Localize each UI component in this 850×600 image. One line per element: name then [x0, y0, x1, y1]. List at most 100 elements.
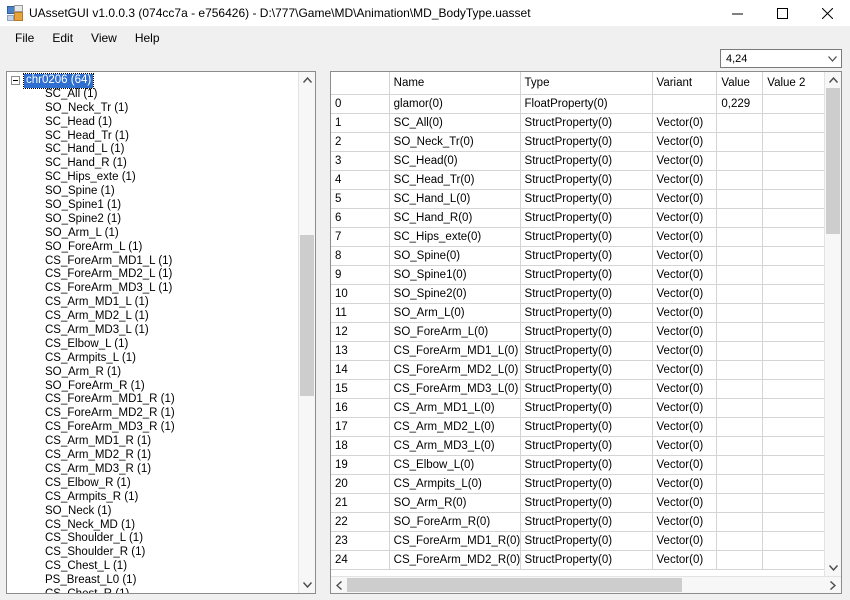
cell-value2[interactable] — [762, 493, 824, 513]
cell-name[interactable]: SC_Head(0) — [389, 151, 521, 171]
cell-type[interactable]: StructProperty(0) — [520, 246, 653, 266]
cell-name[interactable]: SO_ForeArm_R(0) — [389, 512, 521, 532]
cell-index[interactable]: 1 — [331, 113, 390, 133]
tree-item[interactable]: CS_ForeArm_MD1_R (1) — [7, 393, 298, 407]
tree-item[interactable]: PS_Breast_L0 (1) — [7, 574, 298, 588]
cell-value[interactable] — [716, 322, 764, 342]
tree-scroll-down-icon[interactable] — [299, 577, 315, 593]
cell-type[interactable]: StructProperty(0) — [520, 512, 653, 532]
table-row[interactable]: 5 SC_Hand_L(0) StructProperty(0) Vector(0) — [331, 189, 824, 209]
tree-item[interactable]: SC_Hips_exte (1) — [7, 171, 298, 185]
cell-value2[interactable] — [762, 436, 824, 456]
asset-tree[interactable]: chr0206 (64) SC_All (1) SO_Neck_Tr (1) SC_H… — [7, 72, 298, 593]
cell-value2[interactable] — [762, 303, 824, 323]
cell-value2[interactable] — [762, 227, 824, 247]
table-row[interactable]: 22 SO_ForeArm_R(0) StructProperty(0) Vector… — [331, 512, 824, 532]
cell-value2[interactable] — [762, 151, 824, 171]
cell-index[interactable]: 10 — [331, 284, 390, 304]
table-row[interactable]: 20 CS_Armpits_L(0) StructProperty(0) Vector… — [331, 474, 824, 494]
cell-type[interactable]: StructProperty(0) — [520, 208, 653, 228]
tree-item[interactable]: SO_Spine (1) — [7, 185, 298, 199]
cell-value[interactable] — [716, 550, 764, 570]
cell-type[interactable]: StructProperty(0) — [520, 436, 653, 456]
cell-index[interactable]: 13 — [331, 341, 390, 361]
tree-item[interactable]: CS_ForeArm_MD2_L (1) — [7, 268, 298, 282]
cell-name[interactable]: SO_Neck_Tr(0) — [389, 132, 521, 152]
menu-item-view[interactable]: View — [82, 28, 126, 48]
cell-index[interactable]: 18 — [331, 436, 390, 456]
cell-index[interactable]: 6 — [331, 208, 390, 228]
tree-vertical-scrollbar[interactable] — [298, 72, 315, 593]
cell-type[interactable]: StructProperty(0) — [520, 379, 653, 399]
cell-value2[interactable] — [762, 322, 824, 342]
table-row[interactable]: 19 CS_Elbow_L(0) StructProperty(0) Vector(0… — [331, 455, 824, 475]
cell-variant[interactable]: Vector(0) — [652, 132, 718, 152]
cell-name[interactable]: SO_Spine(0) — [389, 246, 521, 266]
tree-item[interactable]: CS_Arm_MD2_L (1) — [7, 310, 298, 324]
cell-variant[interactable]: Vector(0) — [652, 170, 718, 190]
tree-item[interactable]: CS_Arm_MD2_R (1) — [7, 449, 298, 463]
tree-root-node[interactable]: chr0206 (64) — [7, 73, 298, 89]
tree-item[interactable]: SO_Arm_L (1) — [7, 227, 298, 241]
table-row[interactable]: 16 CS_Arm_MD1_L(0) StructProperty(0) Vector… — [331, 398, 824, 418]
cell-index[interactable]: 5 — [331, 189, 390, 209]
tree-item[interactable]: SO_Arm_R (1) — [7, 366, 298, 380]
cell-value2[interactable] — [762, 170, 824, 190]
cell-type[interactable]: StructProperty(0) — [520, 322, 653, 342]
cell-value[interactable] — [716, 455, 764, 475]
tree-item[interactable]: SC_Hand_L (1) — [7, 143, 298, 157]
cell-index[interactable]: 2 — [331, 132, 390, 152]
engine-version-combobox[interactable]: 4,24 — [720, 49, 842, 68]
grid-hscroll-track[interactable] — [347, 577, 825, 593]
tree-item[interactable]: SO_ForeArm_R (1) — [7, 380, 298, 394]
cell-type[interactable]: StructProperty(0) — [520, 531, 653, 551]
cell-value[interactable] — [716, 398, 764, 418]
cell-value[interactable]: 0,229 — [716, 94, 764, 114]
tree-item[interactable]: CS_ForeArm_MD2_R (1) — [7, 407, 298, 421]
table-row[interactable]: 21 SO_Arm_R(0) StructProperty(0) Vector(0) — [331, 493, 824, 513]
tree-item[interactable]: CS_Chest_L (1) — [7, 560, 298, 574]
cell-name[interactable]: glamor(0) — [389, 94, 521, 114]
table-row[interactable]: 12 SO_ForeArm_L(0) StructProperty(0) Vector… — [331, 322, 824, 342]
cell-name[interactable]: SO_Spine2(0) — [389, 284, 521, 304]
table-row[interactable]: 15 CS_ForeArm_MD3_L(0) StructProperty(0) Ve… — [331, 379, 824, 399]
grid-scroll-track[interactable] — [825, 88, 841, 560]
cell-variant[interactable]: Vector(0) — [652, 303, 718, 323]
cell-name[interactable]: CS_Arm_MD2_L(0) — [389, 417, 521, 437]
cell-value[interactable] — [716, 379, 764, 399]
grid-scroll-up-icon[interactable] — [825, 72, 841, 88]
cell-variant[interactable]: Vector(0) — [652, 246, 718, 266]
property-grid-viewport[interactable]: Name Type Variant Value Value 2 Value 3 … — [331, 72, 824, 576]
cell-index[interactable]: 23 — [331, 531, 390, 551]
tree-scroll-thumb[interactable] — [300, 234, 314, 397]
cell-variant[interactable]: Vector(0) — [652, 360, 718, 380]
cell-value2[interactable] — [762, 246, 824, 266]
cell-variant[interactable] — [652, 94, 718, 114]
tree-item[interactable]: SO_ForeArm_L (1) — [7, 241, 298, 255]
tree-item[interactable]: SO_Neck (1) — [7, 505, 298, 519]
cell-value[interactable] — [716, 151, 764, 171]
col-header-index[interactable] — [331, 72, 390, 95]
grid-scroll-down-icon[interactable] — [825, 560, 841, 576]
cell-variant[interactable]: Vector(0) — [652, 417, 718, 437]
cell-type[interactable]: StructProperty(0) — [520, 303, 653, 323]
maximize-button[interactable] — [760, 0, 805, 26]
cell-name[interactable]: SC_Hand_L(0) — [389, 189, 521, 209]
cell-variant[interactable]: Vector(0) — [652, 322, 718, 342]
cell-value[interactable] — [716, 246, 764, 266]
table-row[interactable]: 2 SO_Neck_Tr(0) StructProperty(0) Vector(0) — [331, 132, 824, 152]
table-row[interactable]: 14 CS_ForeArm_MD2_L(0) StructProperty(0) Ve… — [331, 360, 824, 380]
cell-variant[interactable]: Vector(0) — [652, 550, 718, 570]
cell-variant[interactable]: Vector(0) — [652, 227, 718, 247]
cell-name[interactable]: CS_ForeArm_MD2_L(0) — [389, 360, 521, 380]
cell-name[interactable]: CS_Arm_MD3_L(0) — [389, 436, 521, 456]
table-row[interactable]: 6 SC_Hand_R(0) StructProperty(0) Vector(0) — [331, 208, 824, 228]
cell-index[interactable]: 12 — [331, 322, 390, 342]
cell-name[interactable]: CS_Elbow_L(0) — [389, 455, 521, 475]
tree-item[interactable]: CS_Arm_MD1_L (1) — [7, 296, 298, 310]
col-header-variant[interactable]: Variant — [652, 72, 718, 95]
grid-scroll-right-icon[interactable] — [825, 580, 841, 590]
cell-value[interactable] — [716, 341, 764, 361]
cell-name[interactable]: SC_All(0) — [389, 113, 521, 133]
cell-index[interactable]: 21 — [331, 493, 390, 513]
